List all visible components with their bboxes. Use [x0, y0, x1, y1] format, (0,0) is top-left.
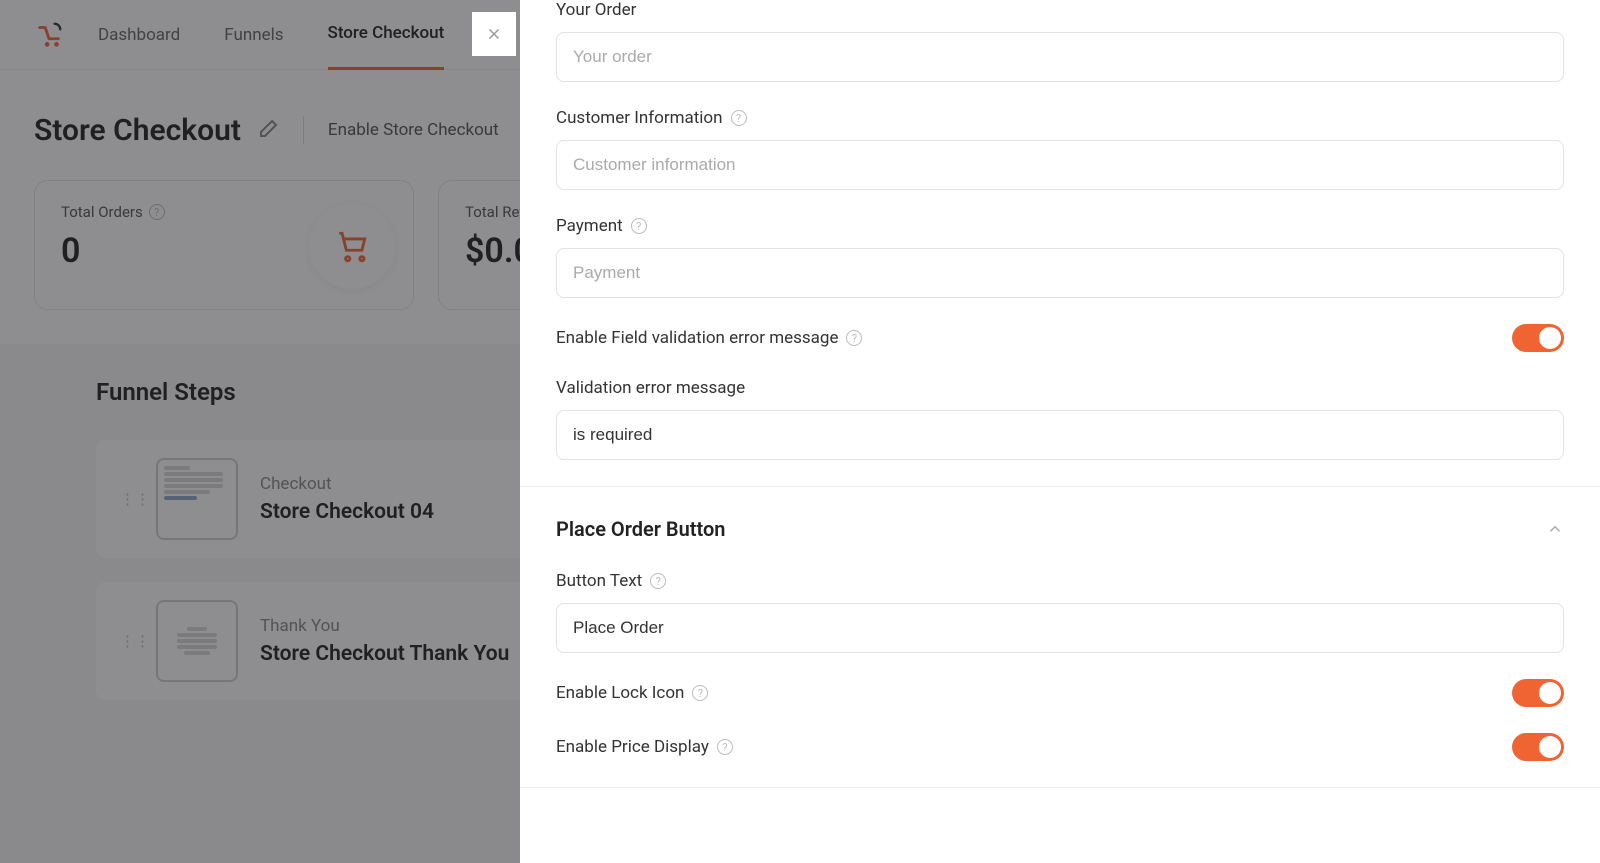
- your-order-label: Your Order: [556, 0, 1564, 20]
- section-divider: [520, 486, 1600, 487]
- help-icon[interactable]: ?: [731, 110, 747, 126]
- enable-lock-label: Enable Lock Icon ?: [556, 683, 708, 703]
- validation-msg-input[interactable]: [556, 410, 1564, 460]
- close-button[interactable]: [472, 12, 516, 56]
- help-icon[interactable]: ?: [692, 685, 708, 701]
- validation-msg-label: Validation error message: [556, 378, 1564, 398]
- close-icon: [485, 25, 503, 43]
- place-order-section-header[interactable]: Place Order Button: [556, 517, 1564, 541]
- your-order-input[interactable]: [556, 32, 1564, 82]
- button-text-label: Button Text ?: [556, 571, 1564, 591]
- help-icon[interactable]: ?: [846, 330, 862, 346]
- button-text-input[interactable]: [556, 603, 1564, 653]
- enable-validation-label: Enable Field validation error message ?: [556, 328, 862, 348]
- place-order-section-title: Place Order Button: [556, 517, 725, 541]
- customer-info-input[interactable]: [556, 140, 1564, 190]
- enable-lock-toggle[interactable]: [1512, 679, 1564, 707]
- help-icon[interactable]: ?: [631, 218, 647, 234]
- settings-drawer: Your Order Customer Information ? Paymen…: [520, 0, 1600, 863]
- enable-price-label: Enable Price Display ?: [556, 737, 733, 757]
- payment-input[interactable]: [556, 248, 1564, 298]
- payment-label: Payment ?: [556, 216, 1564, 236]
- help-icon[interactable]: ?: [650, 573, 666, 589]
- enable-validation-toggle[interactable]: [1512, 324, 1564, 352]
- chevron-up-icon: [1546, 520, 1564, 538]
- section-divider: [520, 787, 1600, 788]
- enable-price-toggle[interactable]: [1512, 733, 1564, 761]
- help-icon[interactable]: ?: [717, 739, 733, 755]
- customer-info-label: Customer Information ?: [556, 108, 1564, 128]
